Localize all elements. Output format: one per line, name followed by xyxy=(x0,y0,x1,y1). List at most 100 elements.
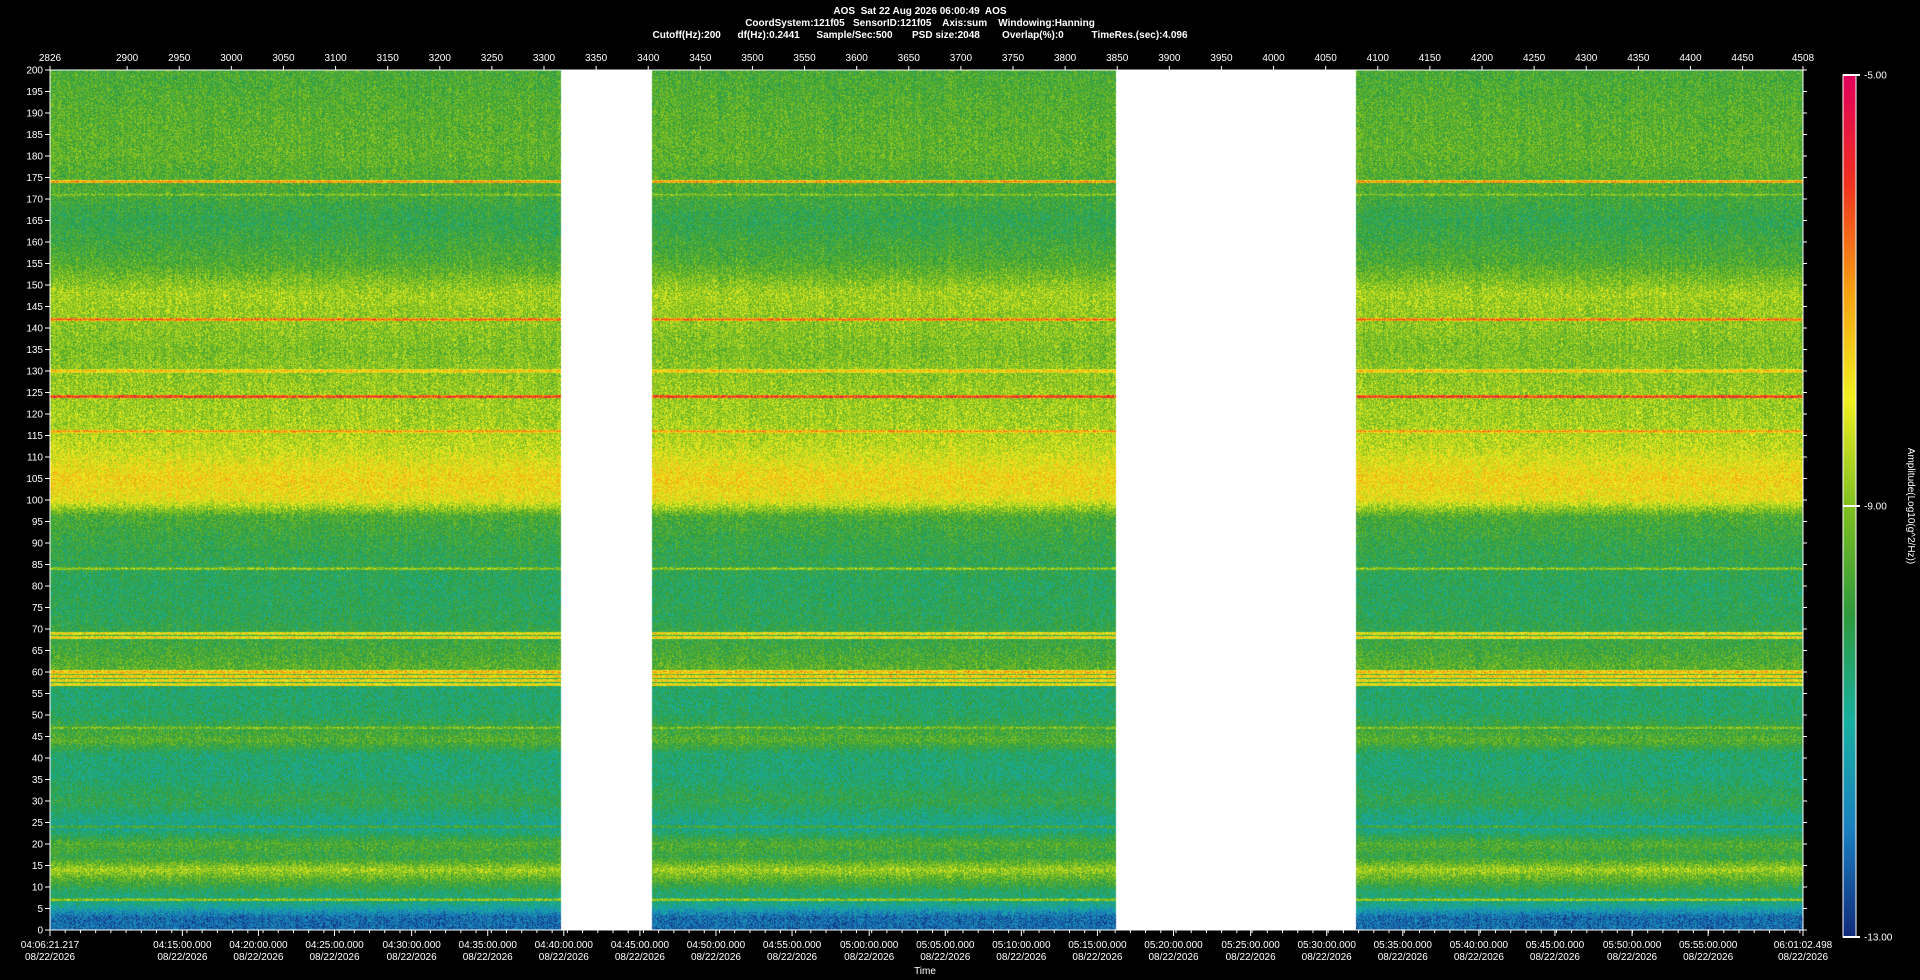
date-tick-label: 08/22/2026 xyxy=(1226,952,1276,963)
y-tick-label: 150 xyxy=(26,281,43,292)
y-tick-label: 55 xyxy=(32,689,44,700)
top-tick-label: 4100 xyxy=(1367,53,1390,64)
top-index-axis: 2826 2900 2950 3000 3050 3100 3150 3200 3250 3300… xyxy=(39,53,1815,70)
time-tick-label: 05:25:00.000 xyxy=(1221,940,1280,951)
top-tick-label: 3100 xyxy=(324,53,347,64)
top-tick-label: 4450 xyxy=(1731,53,1754,64)
time-tick-label: 05:40:00.000 xyxy=(1450,940,1509,951)
y-tick-label: 75 xyxy=(32,603,44,614)
top-tick-label: 4050 xyxy=(1315,53,1338,64)
date-tick-label: 08/22/2026 xyxy=(25,952,75,963)
time-tick-label: 05:35:00.000 xyxy=(1374,940,1433,951)
y-tick-label: 145 xyxy=(26,302,43,313)
top-tick-label: 3850 xyxy=(1106,53,1129,64)
y-tick-label: 45 xyxy=(32,732,44,743)
top-tick-label: 4200 xyxy=(1471,53,1494,64)
time-tick-label: 05:05:00.000 xyxy=(916,940,975,951)
time-tick-label: 05:00:00.000 xyxy=(840,940,899,951)
time-axis: 04:06:21.21708/22/202604:15:00.00008/22/… xyxy=(21,930,1833,963)
y-tick-label: 105 xyxy=(26,474,43,485)
top-tick-label: 2826 xyxy=(39,53,62,64)
y-tick-label: 180 xyxy=(26,152,43,163)
top-tick-label: 3150 xyxy=(377,53,400,64)
date-tick-label: 08/22/2026 xyxy=(691,952,741,963)
time-tick-label: 05:45:00.000 xyxy=(1526,940,1585,951)
date-tick-label: 08/22/2026 xyxy=(1778,952,1828,963)
date-tick-label: 08/22/2026 xyxy=(844,952,894,963)
top-tick-label: 3200 xyxy=(429,53,452,64)
y-tick-label: 0 xyxy=(37,926,43,937)
y-tick-label: 30 xyxy=(32,797,44,808)
date-tick-label: 08/22/2026 xyxy=(615,952,665,963)
y-tick-label: 115 xyxy=(27,431,43,442)
y-tick-label: 5 xyxy=(37,904,43,915)
time-tick-label: 05:10:00.000 xyxy=(992,940,1051,951)
y-tick-label: 190 xyxy=(26,109,43,120)
date-tick-label: 08/22/2026 xyxy=(996,952,1046,963)
top-tick-label: 4300 xyxy=(1575,53,1598,64)
colorbar-tick-label: -9.00 xyxy=(1864,502,1887,513)
top-tick-label: 3450 xyxy=(689,53,712,64)
y-tick-label: 35 xyxy=(32,775,44,786)
y-tick-label: 80 xyxy=(32,582,44,593)
y-tick-label: 195 xyxy=(26,87,43,98)
date-tick-label: 08/22/2026 xyxy=(157,952,207,963)
time-tick-label: 04:45:00.000 xyxy=(611,940,670,951)
date-tick-label: 08/22/2026 xyxy=(539,952,589,963)
date-tick-label: 08/22/2026 xyxy=(1454,952,1504,963)
date-tick-label: 08/22/2026 xyxy=(1378,952,1428,963)
date-tick-label: 08/22/2026 xyxy=(1302,952,1352,963)
date-tick-label: 08/22/2026 xyxy=(463,952,513,963)
top-tick-label: 4350 xyxy=(1627,53,1650,64)
top-tick-label: 3750 xyxy=(1002,53,1025,64)
time-tick-label: 04:30:00.000 xyxy=(382,940,441,951)
top-tick-label: 3600 xyxy=(846,53,869,64)
y-tick-label: 165 xyxy=(26,216,43,227)
date-tick-label: 08/22/2026 xyxy=(920,952,970,963)
x-axis-label: Time xyxy=(914,966,936,977)
top-tick-label: 3900 xyxy=(1158,53,1181,64)
y-tick-label: 50 xyxy=(32,711,44,722)
top-tick-label: 3650 xyxy=(898,53,921,64)
date-tick-label: 08/22/2026 xyxy=(233,952,283,963)
date-tick-label: 08/22/2026 xyxy=(1607,952,1657,963)
y-tick-label: 110 xyxy=(27,453,43,464)
top-tick-label: 3550 xyxy=(793,53,816,64)
top-tick-label: 4000 xyxy=(1262,53,1285,64)
top-tick-label: 3350 xyxy=(585,53,608,64)
date-tick-label: 08/22/2026 xyxy=(1148,952,1198,963)
time-tick-label: 04:15:00.000 xyxy=(153,940,212,951)
top-tick-label: 2950 xyxy=(168,53,191,64)
top-tick-label: 2900 xyxy=(116,53,139,64)
y-tick-label: 170 xyxy=(26,195,43,206)
y-tick-label: 130 xyxy=(26,367,43,378)
time-tick-label: 04:20:00.000 xyxy=(229,940,288,951)
y-tick-label: 120 xyxy=(26,410,43,421)
date-tick-label: 08/22/2026 xyxy=(767,952,817,963)
top-tick-label: 4150 xyxy=(1419,53,1442,64)
y-tick-label: 15 xyxy=(32,861,44,872)
y-tick-label: 200 xyxy=(26,66,43,77)
top-tick-label: 3700 xyxy=(950,53,973,64)
top-tick-label: 3500 xyxy=(741,53,764,64)
time-tick-label: 05:15:00.000 xyxy=(1068,940,1127,951)
time-tick-label: 04:40:00.000 xyxy=(535,940,594,951)
date-tick-label: 08/22/2026 xyxy=(1683,952,1733,963)
date-tick-label: 08/22/2026 xyxy=(309,952,359,963)
top-tick-label: 3300 xyxy=(533,53,556,64)
top-tick-label: 3400 xyxy=(637,53,660,64)
y-tick-label: 60 xyxy=(32,668,44,679)
y-tick-label: 155 xyxy=(26,259,43,270)
y-tick-label: 185 xyxy=(26,130,43,141)
y-tick-label: 160 xyxy=(26,238,43,249)
y-tick-label: 25 xyxy=(32,818,44,829)
time-tick-label: 05:55:00.000 xyxy=(1679,940,1738,951)
top-tick-label: 3050 xyxy=(272,53,295,64)
y-tick-label: 20 xyxy=(32,840,44,851)
y-tick-label: 135 xyxy=(26,345,43,356)
time-tick-label: 04:06:21.217 xyxy=(21,940,80,951)
time-tick-label: 05:20:00.000 xyxy=(1144,940,1203,951)
time-tick-label: 06:01:02.498 xyxy=(1774,940,1833,951)
y-tick-label: 140 xyxy=(26,324,43,335)
y-tick-label: 65 xyxy=(32,646,44,657)
